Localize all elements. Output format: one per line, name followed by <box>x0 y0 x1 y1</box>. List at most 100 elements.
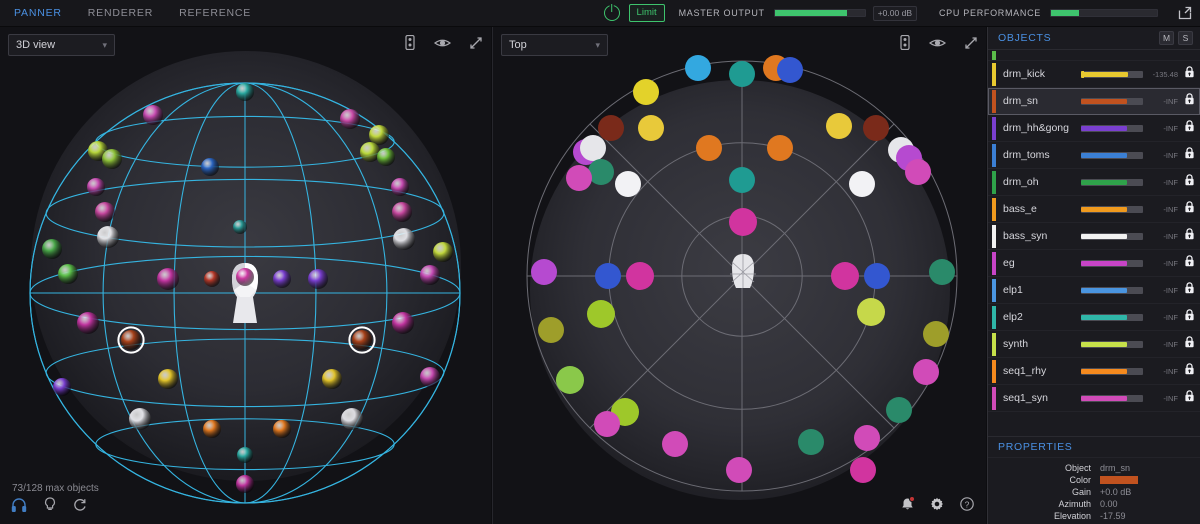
audio-object-marker[interactable] <box>662 431 688 457</box>
scene-top-canvas[interactable] <box>493 27 986 524</box>
lock-icon[interactable] <box>1184 173 1195 191</box>
object-row-synth[interactable]: synth-INF▾ <box>988 331 1200 358</box>
audio-object-marker[interactable] <box>826 113 852 139</box>
audio-object-marker[interactable] <box>864 263 890 289</box>
audio-object-marker[interactable] <box>42 239 62 259</box>
audio-object-marker[interactable] <box>929 259 955 285</box>
audio-object-marker[interactable] <box>587 300 615 328</box>
eye-icon[interactable] <box>433 36 452 54</box>
audio-object-marker[interactable] <box>233 220 247 234</box>
audio-object-marker[interactable] <box>95 202 115 222</box>
audio-object-marker[interactable] <box>777 57 803 83</box>
object-row-eg[interactable]: eg-INF▾ <box>988 250 1200 277</box>
audio-object-marker[interactable] <box>236 475 254 493</box>
audio-object-marker[interactable] <box>854 425 880 451</box>
audio-object-marker[interactable] <box>87 178 105 196</box>
object-gain-fader[interactable] <box>1081 124 1143 132</box>
audio-object-marker[interactable] <box>201 158 219 176</box>
audio-object-marker[interactable] <box>341 408 363 430</box>
audio-object-marker[interactable] <box>729 208 757 236</box>
tab-reference[interactable]: REFERENCE <box>179 7 251 19</box>
audio-object-marker[interactable] <box>531 259 557 285</box>
audio-object-marker[interactable] <box>369 125 389 145</box>
objects-list[interactable]: drm_kick-135.48▾drm_sn-INF▾drm_hh&gong-I… <box>988 61 1200 436</box>
headphones-icon[interactable] <box>11 497 27 517</box>
gear-icon[interactable] <box>930 497 944 516</box>
audio-object-marker[interactable] <box>913 359 939 385</box>
audio-object-marker[interactable] <box>236 83 254 101</box>
eye-icon[interactable] <box>928 36 947 54</box>
audio-object-marker[interactable] <box>850 457 876 483</box>
audio-object-marker[interactable] <box>726 457 752 483</box>
object-row-elp1[interactable]: elp1-INF▾ <box>988 277 1200 304</box>
object-row-seq1_syn[interactable]: seq1_syn-INF▾ <box>988 385 1200 412</box>
object-row-drm_kick[interactable]: drm_kick-135.48▾ <box>988 61 1200 88</box>
scene-3d-canvas[interactable] <box>0 27 491 524</box>
audio-object-marker[interactable] <box>729 61 755 87</box>
audio-object-marker[interactable] <box>556 366 584 394</box>
audio-object-marker[interactable] <box>594 411 620 437</box>
audio-object-marker[interactable] <box>849 171 875 197</box>
audio-object-marker[interactable] <box>831 262 859 290</box>
audio-object-marker[interactable] <box>129 408 151 430</box>
audio-object-marker[interactable] <box>360 142 380 162</box>
view-mode-dropdown-top[interactable]: Top ▾ <box>501 34 608 56</box>
audio-object-marker[interactable] <box>626 262 654 290</box>
audio-object-marker[interactable] <box>729 167 755 193</box>
bell-icon[interactable] <box>901 496 915 516</box>
audio-object-marker[interactable] <box>203 420 221 438</box>
lightbulb-icon[interactable] <box>44 497 56 517</box>
lock-icon[interactable] <box>1184 335 1195 353</box>
audio-object-marker[interactable] <box>767 135 793 161</box>
lock-icon[interactable] <box>1184 119 1195 137</box>
viewport-3d[interactable]: 3D view ▾ 73/128 max objects <box>0 27 491 524</box>
object-row-drm_toms[interactable]: drm_toms-INF▾ <box>988 142 1200 169</box>
audio-object-marker[interactable] <box>886 397 912 423</box>
audio-object-marker[interactable] <box>923 321 949 347</box>
object-gain-fader-handle[interactable] <box>1081 70 1084 78</box>
audio-object-marker[interactable] <box>308 269 328 289</box>
audio-object-marker[interactable] <box>798 429 824 455</box>
audio-object-marker[interactable] <box>420 367 440 387</box>
audio-object-marker[interactable] <box>633 79 659 105</box>
audio-object-marker[interactable] <box>102 149 122 169</box>
audio-object-marker[interactable] <box>696 135 722 161</box>
expand-icon[interactable] <box>964 36 978 55</box>
fader-icon[interactable] <box>404 34 416 55</box>
lock-icon[interactable] <box>1184 362 1195 380</box>
audio-object-marker[interactable] <box>391 178 409 196</box>
audio-object-marker[interactable] <box>377 148 395 166</box>
audio-object-marker[interactable] <box>538 317 564 343</box>
object-gain-fader[interactable] <box>1081 232 1143 240</box>
master-output-meter[interactable] <box>773 9 866 17</box>
audio-object-marker[interactable] <box>273 420 291 438</box>
audio-object-marker[interactable] <box>420 265 440 285</box>
audio-object-marker[interactable] <box>121 330 141 350</box>
audio-object-marker[interactable] <box>97 226 119 248</box>
audio-object-marker[interactable] <box>58 264 78 284</box>
object-gain-fader[interactable] <box>1081 259 1143 267</box>
audio-object-marker[interactable] <box>77 312 99 334</box>
view-mode-dropdown-3d[interactable]: 3D view ▾ <box>8 34 115 56</box>
lock-icon[interactable] <box>1184 308 1195 326</box>
audio-object-marker[interactable] <box>352 330 372 350</box>
viewport-top[interactable]: Top ▾ ? <box>492 27 986 524</box>
object-gain-fader[interactable] <box>1081 367 1143 375</box>
lock-icon[interactable] <box>1184 92 1195 110</box>
audio-object-marker[interactable] <box>595 263 621 289</box>
limit-button[interactable]: Limit <box>628 4 665 22</box>
audio-object-marker[interactable] <box>158 369 178 389</box>
audio-object-marker[interactable] <box>433 242 453 262</box>
audio-object-marker[interactable] <box>392 312 414 334</box>
audio-object-marker[interactable] <box>236 268 254 286</box>
lock-icon[interactable] <box>1184 146 1195 164</box>
object-gain-fader[interactable] <box>1081 394 1143 402</box>
object-gain-fader[interactable] <box>1081 178 1143 186</box>
lock-icon[interactable] <box>1184 65 1195 83</box>
object-row-drm_oh[interactable]: drm_oh-INF▾ <box>988 169 1200 196</box>
object-gain-fader[interactable] <box>1081 340 1143 348</box>
tab-renderer[interactable]: RENDERER <box>88 7 153 19</box>
help-icon[interactable]: ? <box>960 497 974 516</box>
audio-object-marker[interactable] <box>598 115 624 141</box>
audio-object-marker[interactable] <box>905 159 931 185</box>
